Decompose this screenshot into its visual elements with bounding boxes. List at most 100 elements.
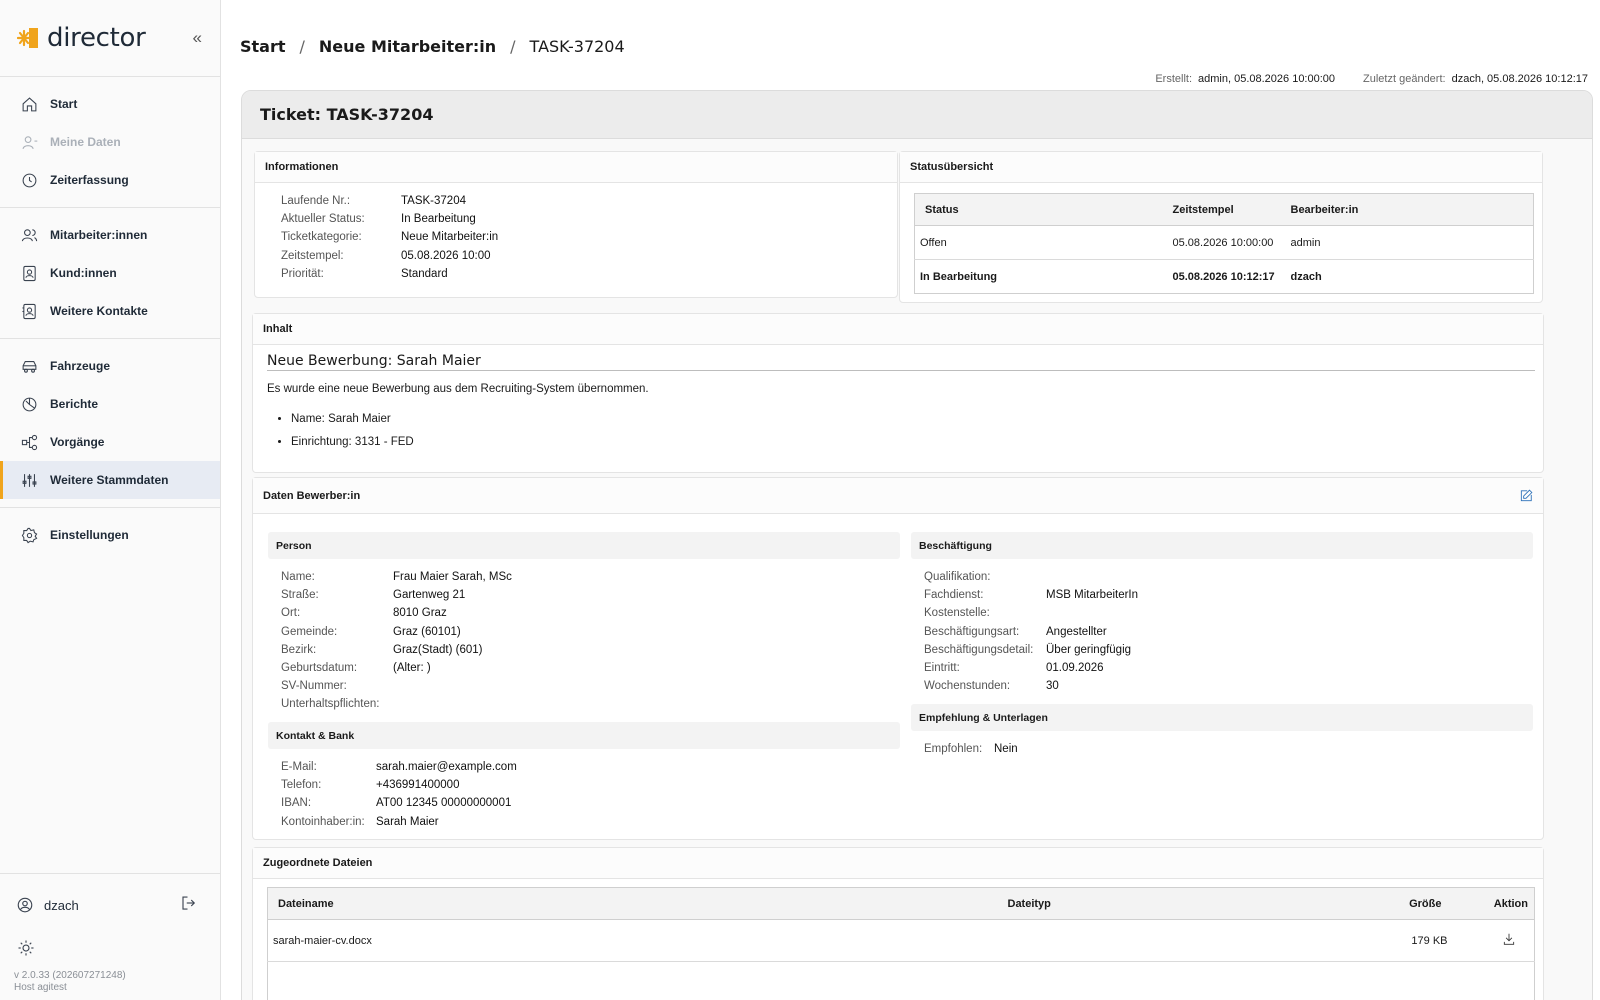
nav-group-settings: Einstellungen	[0, 508, 220, 562]
nav-group-data: Fahrzeuge Berichte Vorgänge Weitere Stam…	[0, 339, 220, 508]
contact-value: AT00 12345 00000000001	[376, 797, 512, 810]
person-row: Straße: Gartenweg 21	[281, 586, 512, 604]
person-row: Geburtsdatum: (Alter: )	[281, 659, 512, 677]
info-list: Laufende Nr.: TASK-37204 Aktueller Status…	[281, 192, 498, 283]
sidebar-item-label: Kund:innen	[50, 266, 117, 280]
theme-toggle[interactable]	[0, 936, 220, 960]
users-icon	[20, 226, 38, 244]
logo-icon	[16, 26, 41, 50]
info-key: Aktueller Status:	[281, 213, 365, 226]
employment-row: Beschäftigungsart: Angestellter	[924, 623, 1138, 641]
contact-row: Kontoinhaber:in: Sarah Maier	[281, 813, 517, 831]
sidebar-item-berichte[interactable]: Berichte	[0, 385, 220, 423]
gear-icon	[20, 526, 38, 544]
info-row: Aktueller Status: In Bearbeitung	[281, 210, 498, 228]
edit-icon[interactable]	[1519, 489, 1533, 506]
sidebar-item-einstellungen[interactable]: Einstellungen	[0, 516, 220, 554]
employment-key: Fachdienst:	[924, 589, 984, 602]
sidebar-item-weitere-stammdaten[interactable]: Weitere Stammdaten	[0, 461, 220, 499]
contact-card-icon	[20, 302, 38, 320]
changed-value: dzach, 05.08.2026 10:12:17	[1451, 73, 1588, 85]
status-col-header: Status	[914, 193, 1173, 226]
sidebar-item-label: Fahrzeuge	[50, 359, 111, 373]
list-item: Einrichtung: 3131 - FED	[291, 431, 414, 454]
info-value: In Bearbeitung	[401, 213, 476, 226]
person-value: Gartenweg 21	[393, 589, 466, 602]
sidebar-item-zeiterfassung[interactable]: Zeiterfassung	[0, 161, 220, 199]
breadcrumb-category[interactable]: Neue Mitarbeiter:in	[319, 37, 496, 56]
filename-cell[interactable]: sarah-maier-cv.docx	[267, 919, 1008, 962]
status-table: Status Zeitstempel Bearbeiter:in Offen 0…	[914, 193, 1534, 294]
filetype-cell	[1007, 961, 1358, 1000]
contact-value: +436991400000	[376, 779, 460, 792]
download-icon[interactable]	[1502, 933, 1516, 949]
filetype-cell	[1007, 919, 1358, 962]
person-value: (Alter: )	[393, 662, 431, 675]
contact-row: IBAN: AT00 12345 00000000001	[281, 794, 517, 812]
sidebar-footer: dzach v 2.0.33 (202607271248) Host agite…	[0, 873, 220, 1000]
contact-row: Telefon: +436991400000	[281, 776, 517, 794]
person-key: Unterhaltspflichten:	[281, 698, 380, 711]
sidebar: director « Start Meine Daten Zeiterfassu…	[0, 0, 221, 1000]
person-row: Unterhaltspflichten:	[281, 695, 512, 713]
sidebar-item-meine-daten[interactable]: Meine Daten	[0, 123, 220, 161]
pie-chart-icon	[20, 395, 38, 413]
person-value: Graz(Stadt) (601)	[393, 643, 483, 656]
breadcrumb-start[interactable]: Start	[240, 37, 286, 56]
user-icon	[20, 133, 38, 151]
info-value: 05.08.2026 10:00	[401, 249, 491, 262]
user-row[interactable]: dzach	[0, 874, 220, 936]
content-card-title: Inhalt	[253, 314, 1543, 345]
nav-group-people: Mitarbeiter:innen Kund:innen Weitere Kon…	[0, 208, 220, 339]
size-cell	[1357, 961, 1458, 1000]
filename-cell[interactable]	[267, 961, 1008, 1000]
sidebar-item-kunden[interactable]: Kund:innen	[0, 254, 220, 292]
editor-cell: dzach	[1290, 270, 1322, 283]
collapse-sidebar-icon[interactable]: «	[193, 28, 202, 48]
sidebar-item-start[interactable]: Start	[0, 85, 220, 123]
info-key: Laufende Nr.:	[281, 195, 351, 207]
person-key: Straße:	[281, 589, 319, 602]
breadcrumb-separator: /	[299, 37, 305, 56]
sidebar-item-label: Einstellungen	[50, 528, 129, 542]
contact-card-icon	[20, 264, 38, 282]
table-row: Offen 05.08.2026 10:00:00 admin	[914, 225, 1534, 260]
content-heading: Neue Bewerbung: Sarah Maier	[267, 353, 1535, 371]
action-cell	[1457, 961, 1535, 1000]
logout-icon[interactable]	[180, 894, 198, 915]
employment-row: Eintritt: 01.09.2026	[924, 659, 1138, 677]
timestamp-cell: 05.08.2026 10:00:00	[1172, 225, 1291, 260]
timestamp-cell: 05.08.2026 10:12:17	[1172, 270, 1275, 283]
sidebar-item-label: Meine Daten	[50, 135, 121, 149]
filename-col-header: Dateiname	[267, 887, 1008, 920]
info-value: Neue Mitarbeiter:in	[401, 231, 499, 244]
info-key: Ticketkategorie:	[281, 231, 362, 244]
content-text: Es wurde eine neue Bewerbung aus dem Rec…	[267, 383, 649, 395]
person-value: Frau Maier Sarah, MSc	[393, 571, 512, 583]
employment-row: Beschäftigungsdetail: Über geringfügig	[924, 641, 1138, 659]
main-content: Start / Neue Mitarbeiter:in / TASK-37204…	[222, 0, 1600, 1000]
person-row: Name: Frau Maier Sarah, MSc	[281, 568, 512, 586]
status-card-title: Statusübersicht	[900, 152, 1542, 183]
applicant-title-text: Daten Bewerber:in	[263, 489, 361, 502]
info-card-title: Informationen	[255, 152, 897, 183]
info-value: Standard	[401, 267, 448, 280]
sidebar-item-label: Mitarbeiter:innen	[50, 228, 148, 242]
recommend-value: Nein	[994, 743, 1018, 755]
sidebar-item-weitere-kontakte[interactable]: Weitere Kontakte	[0, 292, 220, 330]
recommend-list: Empfohlen: Nein	[924, 740, 1018, 758]
person-row: Gemeinde: Graz (60101)	[281, 623, 512, 641]
person-row: Bezirk: Graz(Stadt) (601)	[281, 641, 512, 659]
contact-key: IBAN:	[281, 797, 312, 810]
employment-key: Beschäftigungsdetail:	[924, 643, 1034, 656]
contact-list: E-Mail: sarah.maier@example.com Telefon: +…	[281, 758, 517, 831]
sidebar-item-mitarbeiter[interactable]: Mitarbeiter:innen	[0, 216, 220, 254]
version-text: v 2.0.33 (202607271248)	[14, 970, 126, 981]
sidebar-item-fahrzeuge[interactable]: Fahrzeuge	[0, 347, 220, 385]
breadcrumb: Start / Neue Mitarbeiter:in / TASK-37204	[240, 37, 625, 56]
app-name: director	[47, 23, 146, 53]
breadcrumb-current: TASK-37204	[529, 37, 625, 56]
table-row: sarah-maier-cv.docx 179 KB	[267, 919, 1535, 962]
sidebar-item-vorgaenge[interactable]: Vorgänge	[0, 423, 220, 461]
employment-key: Qualifikation:	[924, 571, 991, 583]
